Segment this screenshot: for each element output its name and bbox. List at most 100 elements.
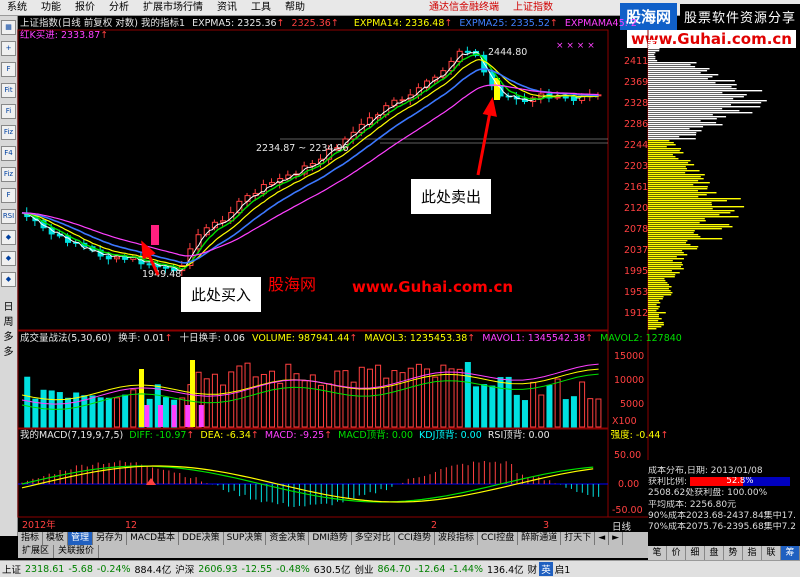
candle-body <box>464 50 471 53</box>
macd-panel-header: 我的MACD(7,19,9,7,5) DIFF: -10.97↑ DEA: -6… <box>20 430 668 442</box>
profit-ratio-row: 获利比例: 52.8% <box>648 477 800 488</box>
ten-day-turnover: 十日换手: 0.06 <box>179 333 245 344</box>
volume-bar <box>162 397 169 428</box>
volume-bar <box>24 376 31 428</box>
volume-bar <box>317 384 324 428</box>
cost-bar <box>648 208 713 210</box>
cost-bar <box>648 278 665 280</box>
cost-bar <box>648 214 720 216</box>
cost-90: 90%成本2023.68-2437.84集中17. <box>648 510 796 521</box>
sh-change: -5.68 <box>68 563 93 575</box>
period-label[interactable]: 日线 <box>612 519 631 533</box>
indicator-tab[interactable]: ► <box>609 532 624 545</box>
price-tick: 2328 <box>624 98 648 109</box>
cost-bar <box>648 202 712 204</box>
mavol3-arrow: ↑ <box>467 333 476 344</box>
indicator-tab[interactable]: 资金决策 <box>266 532 310 545</box>
indicator-tab[interactable]: 多空对比 <box>352 532 395 545</box>
cy-label[interactable]: 创业 <box>352 562 375 576</box>
volume-bar <box>179 397 186 428</box>
candle-body <box>269 182 276 186</box>
cost-bar <box>648 172 686 174</box>
volume-bars <box>24 360 602 428</box>
mavol3-value: MAVOL3: 1235453.38 <box>364 333 468 344</box>
candle-body <box>105 255 112 260</box>
cost-bar <box>648 222 700 224</box>
indicator-tab[interactable]: 另存为 <box>93 532 128 545</box>
cost-bar <box>648 226 733 228</box>
indicator-tab[interactable]: DDE决策 <box>179 532 224 545</box>
cost-bar <box>648 308 659 310</box>
cost-bar <box>648 210 735 212</box>
tab-extension-area[interactable]: 扩展区 <box>18 545 55 558</box>
cost-bar <box>648 264 683 266</box>
turnover-arrow: ↑ <box>164 333 173 344</box>
sz-pct: -0.48% <box>276 563 310 575</box>
cost-bar <box>648 184 694 186</box>
cy-value: 864.70 <box>377 563 411 575</box>
time-tick: 2012年 <box>22 519 56 531</box>
rp-tab-chou[interactable]: 筹 <box>781 546 800 560</box>
indicator-tab[interactable]: 打天下 <box>561 532 596 545</box>
cost-bar <box>648 74 719 76</box>
tab-related-quotes[interactable]: 关联报价 <box>54 545 100 558</box>
indicator-tab[interactable]: 指标 <box>18 532 44 545</box>
candle-body <box>122 256 129 260</box>
indicator-tab[interactable]: 醉斯通道 <box>518 532 562 545</box>
sz-label[interactable]: 沪深 <box>173 562 196 576</box>
volume-arrow: ↑ <box>349 333 358 344</box>
cost-bar <box>648 166 686 168</box>
cost-bar <box>648 60 658 62</box>
cost-bar <box>648 192 717 194</box>
cost-bar <box>648 90 763 92</box>
indicator-tab[interactable]: 模板 <box>43 532 69 545</box>
rp-tab-lian[interactable]: 联 <box>762 546 781 560</box>
ime-indicator[interactable]: 英 <box>539 562 553 576</box>
cost-bar <box>648 158 679 160</box>
sh-value: 2318.61 <box>25 563 65 575</box>
extension-tabs: 扩展区 关联报价 <box>18 545 648 558</box>
indicator-tab[interactable]: MACD基本 <box>127 532 180 545</box>
rp-tab-shi[interactable]: 势 <box>724 546 743 560</box>
cost-bar <box>648 170 700 172</box>
rp-tab-xi[interactable]: 细 <box>686 546 705 560</box>
rp-tab-bi[interactable]: 笔 <box>648 546 667 560</box>
cost-bar <box>648 140 670 142</box>
watermark-url: www.Guhai.com.cn <box>352 278 514 296</box>
status-extra[interactable]: 财 <box>526 562 540 576</box>
candle-body <box>562 96 569 99</box>
rp-tab-zhi[interactable]: 指 <box>743 546 762 560</box>
indicator-tab[interactable]: 管理 <box>68 532 94 545</box>
cost-bar <box>648 62 697 64</box>
cost-bar <box>648 40 658 42</box>
time-tick: 3 <box>543 520 549 531</box>
indicator-tab[interactable]: CCI趋势 <box>395 532 435 545</box>
sh-label[interactable]: 上证 <box>0 562 23 576</box>
cost-bar <box>648 48 660 50</box>
watermark-text: 股海网 <box>268 275 317 294</box>
indicator-tab[interactable]: ◄ <box>595 532 610 545</box>
rp-tab-pan[interactable]: 盘 <box>705 546 724 560</box>
range-price-label: 2234.87 ~ 2234.96 <box>256 143 349 154</box>
cost-bar <box>648 292 673 294</box>
sell-arrow <box>476 96 497 176</box>
cost-bar <box>648 188 708 190</box>
volume-bar <box>211 373 218 428</box>
indicator-tab[interactable]: SUP决策 <box>224 532 267 545</box>
indicator-tab[interactable]: CCI控盘 <box>478 532 519 545</box>
turnover-value: 换手: 0.01 <box>118 333 165 344</box>
cost-bar <box>648 42 655 44</box>
cost-bar <box>648 232 694 234</box>
rp-tab-jia[interactable]: 价 <box>667 546 686 560</box>
expma25-arrow: ↑ <box>549 18 558 29</box>
cy-pct: -1.44% <box>449 563 483 575</box>
volume-bar <box>456 368 463 428</box>
cost-bar <box>648 302 661 304</box>
volume-bar-magenta <box>198 405 204 427</box>
macd-tick: -50.00 <box>612 505 643 516</box>
indicator-tab[interactable]: 波段指标 <box>435 532 478 545</box>
volume-bar-magenta <box>158 405 163 427</box>
price-panel-header: 上证指数(日线 前复权 对数) 我的指标1 EXPMA5: 2325.36↑ 2… <box>20 18 637 30</box>
indicator-tab[interactable]: DMI趋势 <box>309 532 352 545</box>
cost-bar <box>648 218 705 220</box>
